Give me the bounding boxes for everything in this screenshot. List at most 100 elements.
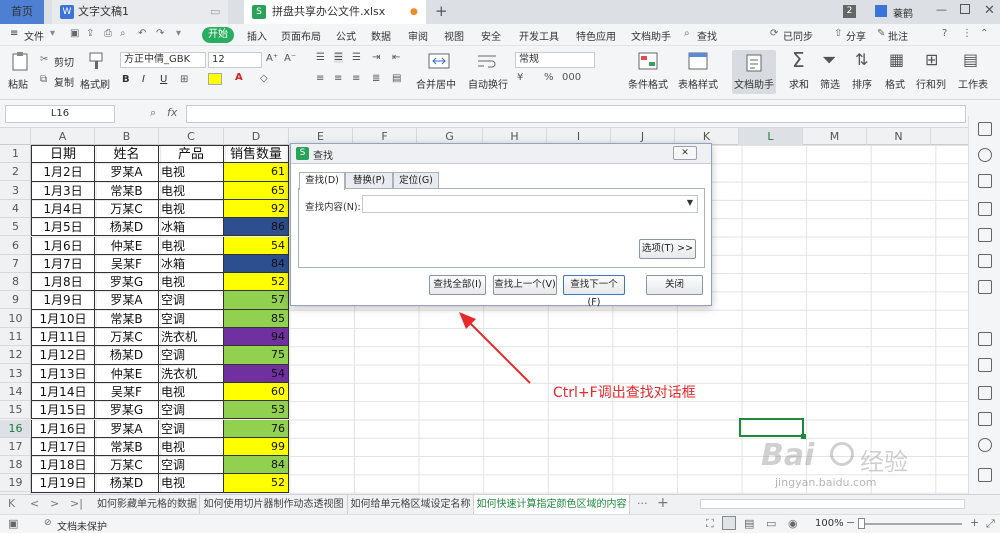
select-icon[interactable] <box>978 122 992 136</box>
table-style-icon[interactable] <box>686 51 710 71</box>
italic-button[interactable]: I <box>142 74 145 85</box>
normal-view-icon[interactable]: ⛶ <box>706 517 714 531</box>
first-sheet-icon[interactable]: K <box>8 497 15 510</box>
menu-search[interactable]: 查找 <box>697 28 717 43</box>
table-header-cell[interactable]: 姓名 <box>95 145 159 164</box>
align-top-icon[interactable]: ☰ <box>316 52 325 63</box>
menu-doc-helper[interactable]: 文档助手 <box>631 28 671 43</box>
worksheet-button[interactable]: 工作表 <box>958 76 988 91</box>
chevron-down-icon[interactable]: ▾ <box>176 28 181 39</box>
row-header[interactable]: 9 <box>0 291 31 310</box>
new-tab-button[interactable]: + <box>435 2 448 20</box>
row-header[interactable]: 16 <box>0 419 31 438</box>
chevron-down-icon[interactable]: ▾ <box>50 28 55 39</box>
name-cell[interactable]: 吴某F <box>95 382 159 402</box>
quantity-cell[interactable]: 86 <box>224 218 289 237</box>
paste-icon[interactable] <box>8 51 32 71</box>
find-next-button[interactable]: 查找下一个(F) <box>563 275 625 308</box>
format-button[interactable]: 格式 <box>885 76 905 91</box>
shape-icon[interactable] <box>978 148 992 162</box>
row-col-button[interactable]: 行和列 <box>916 76 946 91</box>
row-header[interactable]: 6 <box>0 237 31 255</box>
font-grow-icon[interactable]: A⁺ <box>266 53 278 64</box>
format-painter-button[interactable]: 格式刷 <box>80 76 110 91</box>
col-header-l[interactable]: L <box>739 128 803 145</box>
sheet-tab-active[interactable]: 如何快速计算指定颜色区域的内容 <box>474 495 630 514</box>
save-icon[interactable]: ▣ <box>70 28 79 39</box>
product-cell[interactable]: 空调 <box>159 419 224 438</box>
sheet-tab[interactable]: 如何影藏单元格的数据 <box>95 495 200 514</box>
menu-special[interactable]: 特色应用 <box>576 28 616 43</box>
dock-icon[interactable] <box>978 468 992 482</box>
sheet-tab[interactable]: 如何使用切片器制作动态透视图 <box>200 495 348 514</box>
row-header[interactable]: 4 <box>0 200 31 218</box>
protect-status[interactable]: 文档未保护 <box>57 518 107 533</box>
name-cell[interactable]: 万某C <box>95 199 159 219</box>
col-header-a[interactable]: A <box>31 128 95 145</box>
name-cell[interactable]: 罗某G <box>95 273 159 292</box>
merge-center-button[interactable]: 合并居中 <box>416 76 456 91</box>
product-cell[interactable]: 空调 <box>159 401 224 420</box>
tab-goto[interactable]: 定位(G) <box>393 172 439 189</box>
image-icon[interactable] <box>978 412 992 426</box>
zoom-search-icon[interactable]: ⌕ <box>150 106 156 120</box>
product-cell[interactable]: 空调 <box>159 456 224 475</box>
sort-button[interactable]: 排序 <box>852 76 872 91</box>
preview-icon[interactable]: ⌕ <box>120 28 126 39</box>
align-left-icon[interactable]: ≡ <box>316 73 324 84</box>
document-icon[interactable] <box>978 358 992 372</box>
font-shrink-icon[interactable]: A⁻ <box>284 53 296 64</box>
row-header[interactable]: 18 <box>0 456 31 475</box>
menu-developer[interactable]: 开发工具 <box>519 28 559 43</box>
page-count-badge[interactable]: 2 <box>843 5 856 18</box>
more-sheets-icon[interactable]: ··· <box>637 497 648 510</box>
user-avatar-icon[interactable] <box>875 5 887 17</box>
formula-input[interactable] <box>186 105 966 123</box>
menu-comment[interactable]: 批注 <box>888 28 908 43</box>
name-cell[interactable]: 仲某E <box>95 364 159 383</box>
format-painter-icon[interactable] <box>84 51 108 71</box>
wrap-text-icon[interactable] <box>475 51 499 71</box>
date-cell[interactable]: 1月19日 <box>31 474 95 493</box>
row-header[interactable]: 8 <box>0 273 31 292</box>
row-header[interactable]: 3 <box>0 182 31 200</box>
quantity-cell[interactable]: 60 <box>224 382 289 402</box>
maximize-icon[interactable] <box>960 4 970 14</box>
conditional-format-button[interactable]: 条件格式 <box>628 76 668 91</box>
backup-icon[interactable] <box>978 280 992 294</box>
product-cell[interactable]: 电视 <box>159 382 224 402</box>
copy-doc-icon[interactable] <box>978 332 992 346</box>
filter-button[interactable]: 筛选 <box>820 76 840 91</box>
name-cell[interactable]: 常某B <box>95 437 159 457</box>
quantity-cell[interactable]: 61 <box>224 163 289 182</box>
product-cell[interactable]: 电视 <box>159 163 224 182</box>
row-header[interactable]: 14 <box>0 383 31 401</box>
indent-icon[interactable]: ⇥ <box>372 52 380 63</box>
date-cell[interactable]: 1月6日 <box>31 236 95 255</box>
table-header-cell[interactable]: 产品 <box>159 145 224 164</box>
name-cell[interactable]: 罗某A <box>95 419 159 438</box>
border-icon[interactable]: ⊞ <box>180 74 188 85</box>
menu-security[interactable]: 安全 <box>481 28 501 43</box>
date-cell[interactable]: 1月11日 <box>31 328 95 347</box>
product-cell[interactable]: 空调 <box>159 346 224 365</box>
align-center-icon[interactable]: ≡ <box>334 73 342 84</box>
quantity-cell[interactable]: 92 <box>224 199 289 219</box>
date-cell[interactable]: 1月4日 <box>31 199 95 219</box>
product-cell[interactable]: 电视 <box>159 199 224 219</box>
cut-button[interactable]: 剪切 <box>54 54 74 69</box>
table-icon[interactable] <box>978 202 992 216</box>
row-header[interactable]: 10 <box>0 310 31 328</box>
date-cell[interactable]: 1月2日 <box>31 163 95 182</box>
quantity-cell[interactable]: 85 <box>224 309 289 328</box>
reading-mode-icon[interactable]: ◉ <box>788 517 798 530</box>
row-header[interactable]: 15 <box>0 401 31 420</box>
name-cell[interactable]: 杨某D <box>95 218 159 237</box>
name-cell[interactable]: 罗某A <box>95 163 159 182</box>
date-cell[interactable]: 1月17日 <box>31 437 95 457</box>
product-cell[interactable]: 冰箱 <box>159 218 224 237</box>
options-button[interactable]: 选项(T) >> <box>639 239 696 259</box>
date-cell[interactable]: 1月14日 <box>31 382 95 402</box>
underline-button[interactable]: U <box>160 74 167 85</box>
row-header[interactable]: 7 <box>0 255 31 273</box>
